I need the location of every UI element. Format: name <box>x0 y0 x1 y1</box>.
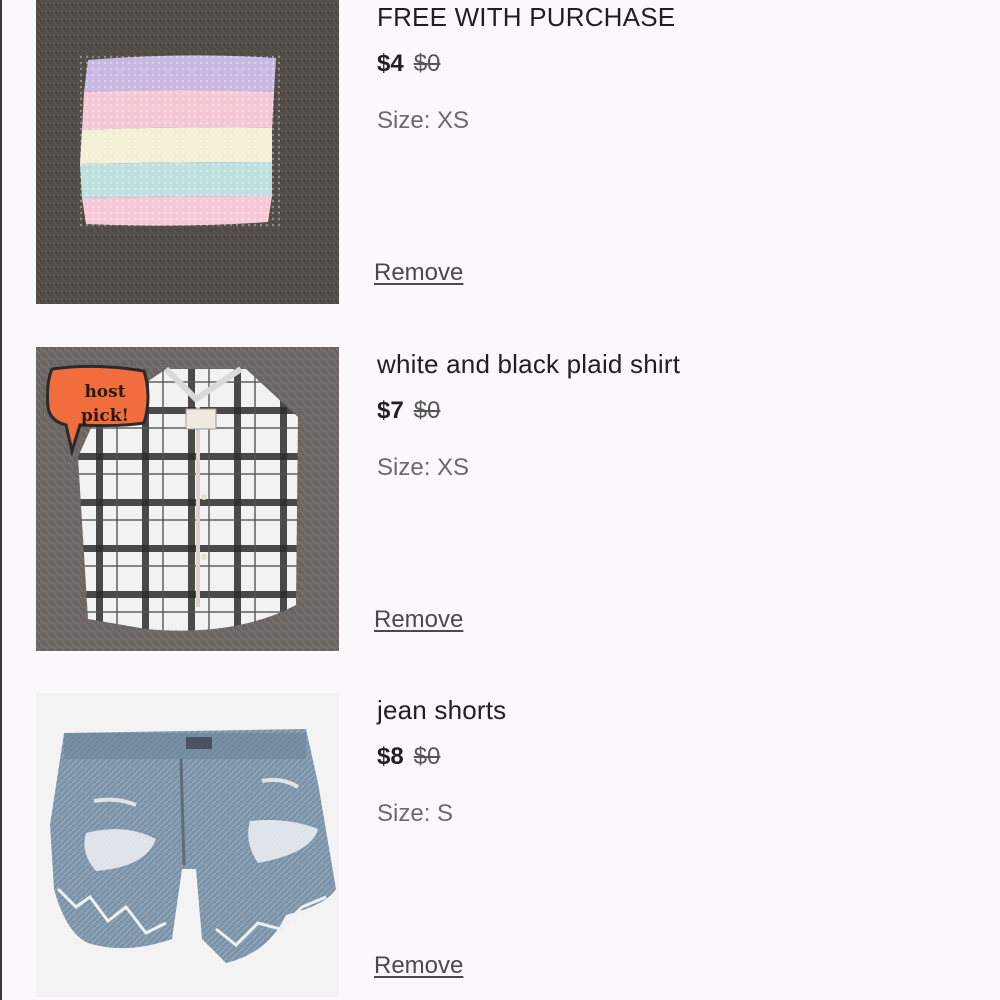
item-original-price: $0 <box>413 397 441 424</box>
item-prices: $7 $0 <box>377 397 440 425</box>
item-size: Size: S <box>377 800 453 828</box>
item-original-price: $0 <box>413 50 441 77</box>
item-title[interactable]: FREE WITH PURCHASE <box>377 2 675 33</box>
host-pick-label: host pick! <box>81 382 129 426</box>
remove-button[interactable]: Remove <box>374 606 463 634</box>
left-divider <box>0 0 2 1000</box>
item-info: white and black plaid shirt $7 $0 Size: X… <box>374 347 957 651</box>
item-original-price: $0 <box>413 743 441 770</box>
cart-page: FREE WITH PURCHASE $4 $0 Size: XS Remove <box>0 0 1000 1000</box>
item-price: $8 <box>377 743 404 770</box>
item-info: FREE WITH PURCHASE $4 $0 Size: XS Remove <box>374 0 957 304</box>
remove-button[interactable]: Remove <box>374 259 463 287</box>
item-price: $7 <box>377 397 404 424</box>
remove-button[interactable]: Remove <box>374 952 463 980</box>
item-title[interactable]: white and black plaid shirt <box>377 349 680 380</box>
cart-item: FREE WITH PURCHASE $4 $0 Size: XS Remove <box>36 0 976 304</box>
item-prices: $4 $0 <box>377 50 440 78</box>
size-value: XS <box>437 107 470 134</box>
size-value: S <box>437 800 454 827</box>
item-size: Size: XS <box>377 107 469 135</box>
size-label: Size: <box>377 454 431 481</box>
cart-item: host pick! white and black plaid shirt $… <box>36 347 976 651</box>
size-label: Size: <box>377 800 431 827</box>
item-prices: $8 $0 <box>377 743 440 771</box>
cart-item: jean shorts $8 $0 Size: S Remove <box>36 693 976 997</box>
size-value: XS <box>437 454 470 481</box>
item-info: jean shorts $8 $0 Size: S Remove <box>374 693 957 997</box>
item-image-jean-shorts[interactable] <box>36 693 339 997</box>
size-label: Size: <box>377 107 431 134</box>
item-title[interactable]: jean shorts <box>377 695 506 726</box>
item-size: Size: XS <box>377 454 469 482</box>
item-price: $4 <box>377 50 404 77</box>
item-image-tube-top[interactable] <box>36 0 339 304</box>
